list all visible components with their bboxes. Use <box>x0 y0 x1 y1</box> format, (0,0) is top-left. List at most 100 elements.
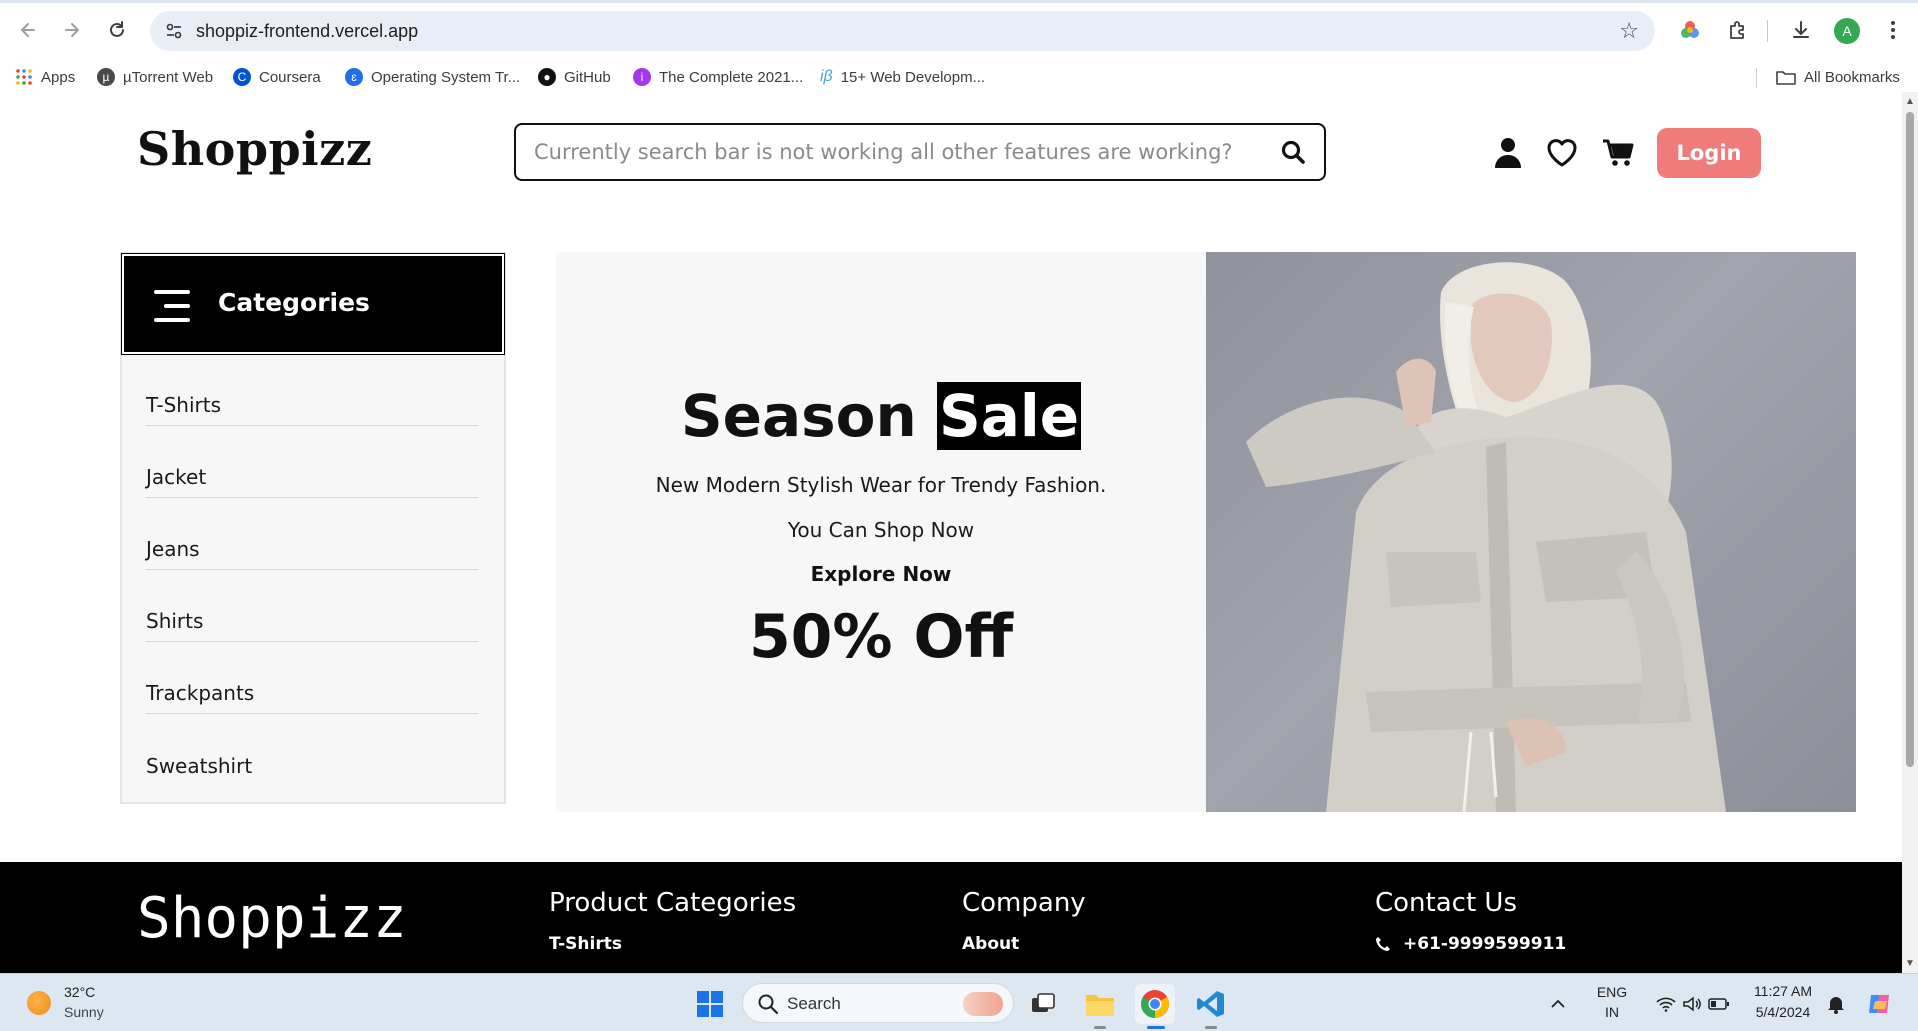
category-item-sweatshirt[interactable]: Sweatshirt <box>146 714 478 786</box>
bookmark-coursera[interactable]: C Coursera <box>233 66 321 88</box>
category-item-tshirts[interactable]: T-Shirts <box>146 364 478 426</box>
extensions-puzzle-icon[interactable] <box>1724 16 1752 44</box>
page-scrollbar[interactable]: ▲ ▼ <box>1902 92 1918 973</box>
file-explorer-icon[interactable] <box>1080 984 1120 1024</box>
address-bar[interactable]: shoppiz-frontend.vercel.app ☆ <box>150 11 1655 51</box>
battery-icon <box>1708 998 1729 1010</box>
scrollbar-thumb[interactable] <box>1906 112 1914 767</box>
clock-time[interactable]: 11:27 AM <box>1746 983 1820 999</box>
language-bottom[interactable]: IN <box>1592 1004 1632 1020</box>
categories-sidebar: Categories T-Shirts Jacket Jeans Shirts … <box>120 252 506 804</box>
phone-icon <box>1376 937 1390 951</box>
bookmarks-separator <box>1756 68 1757 88</box>
bookmark-os-tracker[interactable]: ɛ Operating System Tr... <box>345 66 520 88</box>
volume-icon <box>1683 996 1701 1012</box>
scroll-up-arrow-icon[interactable]: ▲ <box>1905 96 1915 107</box>
scroll-down-arrow-icon[interactable]: ▼ <box>1905 958 1915 969</box>
vscode-running-indicator <box>1205 1026 1217 1029</box>
category-item-jeans[interactable]: Jeans <box>146 498 478 570</box>
apps-grid-icon <box>16 69 32 85</box>
url-text: shoppiz-frontend.vercel.app <box>196 21 419 41</box>
search-icon[interactable] <box>1280 139 1306 165</box>
chrome-running-indicator <box>1147 1026 1165 1029</box>
search-highlight-icon <box>963 992 1003 1016</box>
profile-avatar[interactable]: A <box>1834 18 1860 44</box>
chrome-icon[interactable] <box>1135 984 1175 1024</box>
footer-logo: Shoppizz <box>137 886 407 951</box>
bookmark-web-dev[interactable]: iβ 15+ Web Developm... <box>820 66 985 88</box>
system-tray[interactable] <box>1648 984 1738 1024</box>
user-icon[interactable] <box>1491 136 1525 170</box>
cart-icon[interactable] <box>1601 136 1635 170</box>
bookmark-github[interactable]: ● GitHub <box>538 66 611 88</box>
search-input[interactable] <box>534 135 1254 169</box>
explorer-running-indicator <box>1094 1026 1106 1029</box>
weather-description[interactable]: Sunny <box>64 1004 104 1020</box>
footer-phone[interactable]: +61-9999599911 <box>1375 934 1566 954</box>
browser-menu-icon[interactable] <box>1879 16 1907 44</box>
category-item-trackpants[interactable]: Trackpants <box>146 642 478 714</box>
show-hidden-icons-chevron-icon[interactable] <box>1545 984 1571 1024</box>
course-icon: i <box>633 68 651 86</box>
notification-bell-icon[interactable] <box>1824 984 1848 1024</box>
task-view-icon[interactable] <box>1023 984 1063 1024</box>
bookmark-label: The Complete 2021... <box>659 68 804 86</box>
category-item-shirts[interactable]: Shirts <box>146 570 478 642</box>
all-bookmarks[interactable]: All Bookmarks <box>1776 66 1900 88</box>
categories-title: Categories <box>218 288 370 317</box>
explore-now-link[interactable]: Explore Now <box>556 562 1206 586</box>
hamburger-menu-icon <box>154 290 190 322</box>
clock-date[interactable]: 5/4/2024 <box>1746 1004 1820 1020</box>
hero-title-plain: Season <box>680 382 937 450</box>
hero-shop-now-text: You Can Shop Now <box>787 518 975 542</box>
weather-temperature[interactable]: 32°C <box>64 984 95 1000</box>
windows-taskbar: 32°C Sunny Search ENG IN 11:27 AM 5/4/20… <box>0 973 1918 1031</box>
hero-discount: 50% Off <box>748 602 1014 672</box>
bookmark-utorrent[interactable]: µ µTorrent Web <box>97 66 213 88</box>
bookmark-label: Coursera <box>259 68 321 86</box>
login-button[interactable]: Login <box>1657 128 1761 178</box>
reload-icon[interactable] <box>103 16 131 44</box>
taskbar-search[interactable]: Search <box>742 983 1014 1023</box>
footer-phone-number: +61-9999599911 <box>1403 934 1567 954</box>
hero-banner-text: Season Sale New Modern Stylish Wear for … <box>556 252 1206 812</box>
bookmark-star-icon[interactable]: ☆ <box>1619 18 1639 44</box>
bookmark-label: µTorrent Web <box>123 68 214 86</box>
coursera-icon: C <box>233 68 251 86</box>
site-info-icon[interactable] <box>164 21 184 41</box>
footer-link-tshirts[interactable]: T-Shirts <box>549 934 622 954</box>
weather-sun-icon[interactable] <box>27 991 51 1015</box>
bookmark-label: 15+ Web Developm... <box>840 68 986 86</box>
hero-title: Season Sale <box>556 382 1206 450</box>
site-logo[interactable]: Shoppizz <box>137 122 372 176</box>
taskbar-search-label: Search <box>787 994 841 1013</box>
ib-icon: iβ <box>820 68 833 85</box>
color-extension-icon[interactable] <box>1676 16 1704 44</box>
bookmark-label: GitHub <box>564 68 611 86</box>
bookmark-label: Operating System Tr... <box>371 68 521 86</box>
all-bookmarks-label: All Bookmarks <box>1804 68 1900 86</box>
hero-tagline: New Modern Stylish Wear for Trendy Fashi… <box>655 473 1107 497</box>
page-viewport: Shoppizz Login Categories T-Shirts Jacke… <box>0 92 1902 973</box>
footer-title-company: Company <box>962 888 1086 918</box>
copilot-icon[interactable] <box>1862 984 1898 1024</box>
footer-title-contact: Contact Us <box>1375 888 1517 918</box>
start-windows-icon[interactable] <box>690 984 730 1024</box>
browser-toolbar: shoppiz-frontend.vercel.app ☆ A <box>0 0 1918 62</box>
site-footer: Shoppizz Product Categories T-Shirts Com… <box>0 862 1902 973</box>
footer-link-about[interactable]: About <box>962 934 1019 954</box>
os-tracker-icon: ɛ <box>345 68 363 86</box>
language-top[interactable]: ENG <box>1592 984 1632 1000</box>
forward-icon[interactable] <box>58 16 86 44</box>
bookmark-apps[interactable]: Apps <box>15 66 75 88</box>
utorrent-icon: µ <box>97 68 115 86</box>
downloads-icon[interactable] <box>1787 16 1815 44</box>
categories-list: T-Shirts Jacket Jeans Shirts Trackpants … <box>146 364 478 786</box>
bookmark-complete-2021[interactable]: i The Complete 2021... <box>633 66 803 88</box>
categories-header[interactable]: Categories <box>121 253 505 355</box>
back-icon[interactable] <box>14 16 42 44</box>
footer-title-product-categories: Product Categories <box>549 888 797 918</box>
category-item-jacket[interactable]: Jacket <box>146 426 478 498</box>
wishlist-heart-icon[interactable] <box>1545 136 1579 170</box>
vscode-icon[interactable] <box>1191 984 1231 1024</box>
